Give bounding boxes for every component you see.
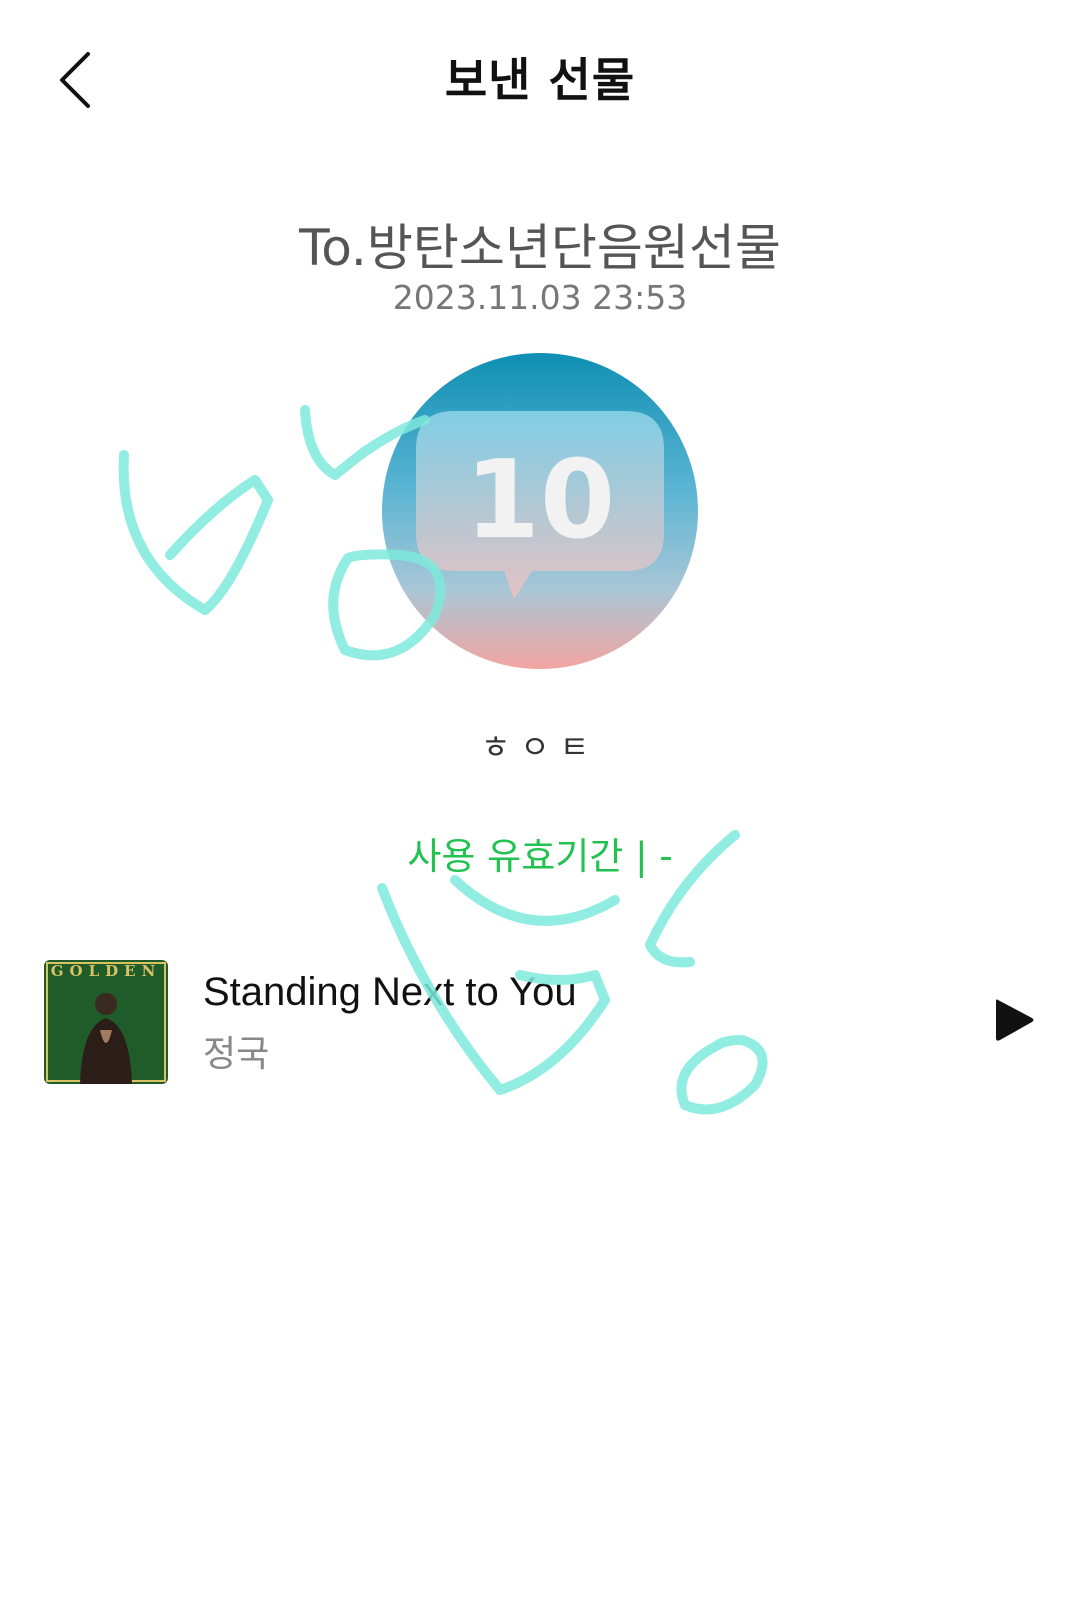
gift-image-label: 10 [465, 438, 615, 563]
track-artist: 정국 [203, 1034, 270, 1075]
gift-card-image: 10 [382, 353, 698, 669]
gift-message: ㅎㅇㅌ [480, 728, 600, 766]
play-icon [996, 999, 1034, 1041]
gift-datetime: 2023.11.03 23:53 [392, 278, 688, 317]
track-title: Standing Next to You [203, 970, 577, 1014]
page-title: 보낸 선물 [444, 53, 636, 107]
gift-recipient: To.방탄소년단음원선물 [299, 219, 781, 277]
app-header: 보낸 선물 [0, 0, 1080, 160]
album-art: GOLDEN [44, 960, 168, 1084]
play-button[interactable] [992, 996, 1036, 1044]
validity-period: 사용 유효기간 | - [407, 835, 673, 878]
track-list-item[interactable]: GOLDEN Standing Next to You 정국 [0, 960, 1080, 1086]
